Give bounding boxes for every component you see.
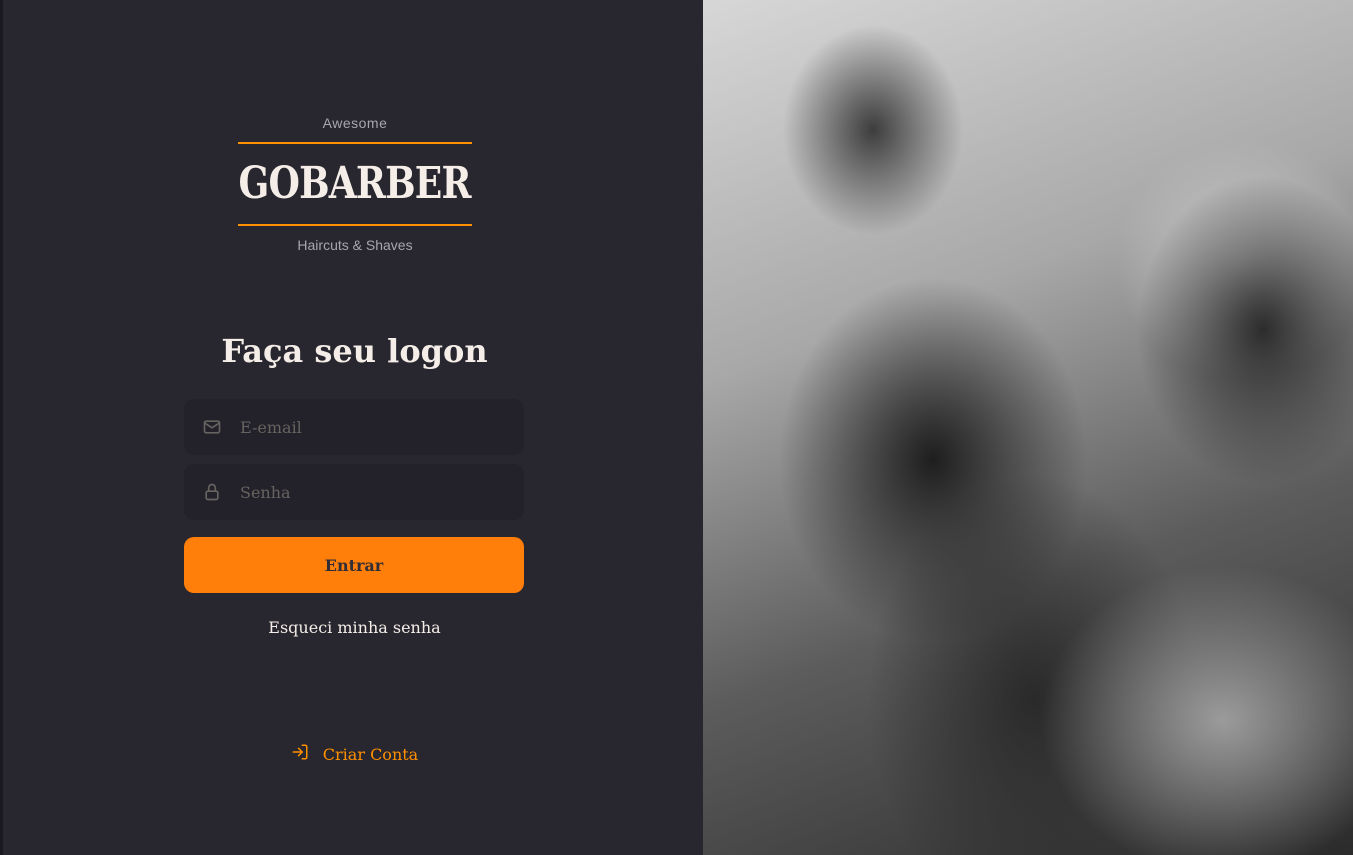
password-input[interactable] — [238, 481, 492, 503]
login-title: Faça seu logon — [221, 332, 488, 370]
mail-icon — [202, 417, 222, 437]
log-in-icon — [291, 743, 309, 765]
logo-divider-bottom — [238, 224, 472, 226]
password-field[interactable] — [184, 464, 524, 520]
logo-tagline-bottom: Haircuts & Shaves — [297, 237, 413, 253]
create-account-label: Criar Conta — [322, 744, 419, 764]
logo-wordmark: GOBARBER — [238, 158, 472, 209]
barber-photo — [703, 0, 1353, 855]
logo-wordmark-row: GOBARBER — [238, 152, 472, 216]
background-photo-panel — [703, 0, 1353, 855]
login-button[interactable]: Entrar — [184, 537, 524, 593]
logo: Awesome GOBARBER Haircuts & Shaves — [238, 112, 472, 256]
email-field[interactable] — [184, 399, 524, 455]
logo-tagline-top: Awesome — [322, 115, 388, 131]
lock-icon — [202, 482, 222, 502]
login-panel: Awesome GOBARBER Haircuts & Shaves Faça … — [0, 0, 703, 855]
login-page: Awesome GOBARBER Haircuts & Shaves Faça … — [0, 0, 1353, 855]
forgot-password-link[interactable]: Esqueci minha senha — [3, 618, 706, 637]
create-account-link[interactable]: Criar Conta — [3, 743, 706, 765]
logo-divider-top — [238, 142, 472, 144]
email-input[interactable] — [238, 416, 492, 438]
